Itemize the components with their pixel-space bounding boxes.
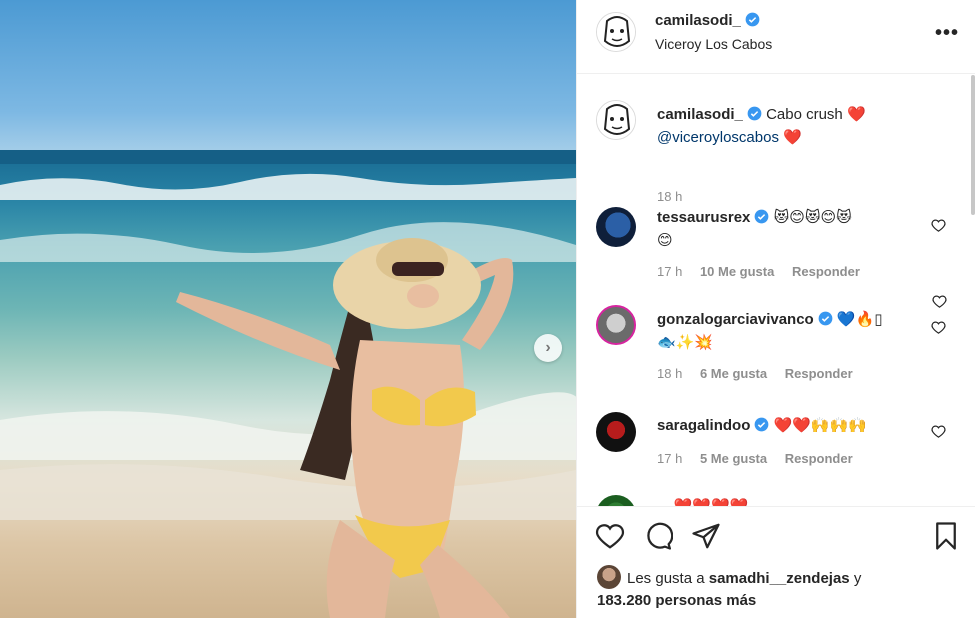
author-username[interactable]: camilasodi_ <box>655 12 741 29</box>
verified-badge-icon <box>755 209 769 224</box>
comment-text-cont: 😊 <box>657 231 673 249</box>
comment-text: ❤️❤️❤️❤️ <box>673 497 749 506</box>
comment-avatar[interactable] <box>596 207 636 247</box>
like-comment-icon[interactable] <box>931 320 946 335</box>
comment-meta: 18 h 6 Me gusta Responder <box>657 366 867 381</box>
bookmark-icon[interactable] <box>931 521 961 551</box>
comment-likes[interactable]: 5 Me gusta <box>700 451 767 466</box>
caption-mention[interactable]: @viceroyloscabos <box>657 129 779 146</box>
comment-text: ❤️❤️🙌🙌🙌 <box>773 416 867 434</box>
caption-meta: 18 h <box>657 189 696 204</box>
verified-badge-icon <box>818 311 833 326</box>
comment-text-block: saragalindoo ❤️❤️🙌🙌🙌 <box>657 414 917 437</box>
comment-username[interactable]: saragalindoo <box>657 417 750 434</box>
like-comment-icon[interactable] <box>931 424 946 439</box>
send-icon[interactable] <box>691 521 721 551</box>
heart-emoji: ❤️ <box>846 105 866 123</box>
comment-avatar[interactable] <box>596 412 636 452</box>
liker-username[interactable]: samadhi__zendejas <box>709 570 850 587</box>
post-photo[interactable]: › <box>0 0 576 618</box>
comment-item: saragalindoo ❤️❤️🙌🙌🙌 17 h 5 Me gusta Res… <box>577 412 967 484</box>
comment-text-block: ... ❤️❤️❤️❤️ <box>657 495 917 506</box>
comment-likes[interactable]: 6 Me gusta <box>700 366 767 381</box>
reply-button[interactable]: Responder <box>785 366 853 381</box>
likes-summary: Les gusta a samadhi__zendejas y 183.280 … <box>597 565 957 612</box>
comment-text-block: gonzalogarciavivanco 💙🔥▯ 🐟✨💥 <box>657 308 907 354</box>
like-comment-icon[interactable] <box>932 294 947 309</box>
comment-item: tessaurusrex 😻😊😻😊😻 😊 17 h 10 Me gusta Re… <box>577 206 967 308</box>
comment-icon[interactable] <box>643 521 673 551</box>
comment-text-cont: 🐟✨💥 <box>657 333 714 351</box>
more-options-icon[interactable]: ••• <box>935 22 959 45</box>
comment-text: 😻😊😻😊😻 <box>773 208 852 226</box>
comment-item: gonzalogarciavivanco 💙🔥▯ 🐟✨💥 18 h 6 Me g… <box>577 305 967 390</box>
author-avatar[interactable] <box>596 12 636 52</box>
caption-text: Cabo crush <box>766 106 843 123</box>
comment-text: 💙🔥▯ <box>836 310 883 328</box>
comment-item: ... ❤️❤️❤️❤️ <box>577 495 967 506</box>
comments-list[interactable]: camilasodi_ Cabo crush ❤️ @viceroyloscab… <box>577 75 975 506</box>
reply-button[interactable]: Responder <box>785 451 853 466</box>
likes-count[interactable]: 183.280 personas más <box>597 592 756 609</box>
verified-badge-icon <box>747 106 762 121</box>
comment-username[interactable]: gonzalogarciavivanco <box>657 311 814 328</box>
likes-prefix: Les gusta a <box>627 570 705 587</box>
comment-avatar[interactable] <box>596 305 636 345</box>
comment-username[interactable]: tessaurusrex <box>657 209 750 226</box>
comment-time[interactable]: 18 h <box>657 366 682 381</box>
chevron-right-icon: › <box>545 339 551 356</box>
caption-username[interactable]: camilasodi_ <box>657 106 743 123</box>
comment-time[interactable]: 17 h <box>657 264 682 279</box>
caption-text-block: camilasodi_ Cabo crush ❤️ @viceroyloscab… <box>657 103 917 149</box>
caption: camilasodi_ Cabo crush ❤️ @viceroyloscab… <box>577 100 967 204</box>
verified-badge-icon <box>745 12 760 27</box>
caption-time[interactable]: 18 h <box>657 189 682 204</box>
reply-button[interactable]: Responder <box>792 264 860 279</box>
beach-photo-illustration <box>0 150 576 618</box>
verified-badge-icon <box>754 417 769 432</box>
comment-username[interactable]: ... <box>657 498 670 506</box>
post-location[interactable]: Viceroy Los Cabos <box>655 36 772 52</box>
likes-conj: y <box>853 570 862 587</box>
post-header: camilasodi_ Viceroy Los Cabos ••• <box>577 0 975 74</box>
comment-meta: 17 h 10 Me gusta Responder <box>657 264 874 279</box>
comment-text-block: tessaurusrex 😻😊😻😊😻 😊 <box>657 206 917 252</box>
instagram-post-view: › camilasodi_ Viceroy Los Cabos ••• cami… <box>0 0 975 618</box>
liker-avatar[interactable] <box>597 565 621 589</box>
comment-avatar[interactable] <box>596 495 636 506</box>
comment-time[interactable]: 17 h <box>657 451 682 466</box>
heart-emoji: ❤️ <box>783 128 802 146</box>
author-username-row[interactable]: camilasodi_ <box>655 12 760 29</box>
comment-meta: 17 h 5 Me gusta Responder <box>657 451 867 466</box>
heart-icon[interactable] <box>595 521 625 551</box>
post-side-panel: camilasodi_ Viceroy Los Cabos ••• camila… <box>576 0 975 618</box>
next-photo-button[interactable]: › <box>534 334 562 362</box>
comments-scrollbar[interactable] <box>971 75 975 215</box>
comment-likes[interactable]: 10 Me gusta <box>700 264 774 279</box>
like-comment-icon[interactable] <box>931 218 946 233</box>
caption-avatar[interactable] <box>596 100 636 140</box>
post-actions: Les gusta a samadhi__zendejas y 183.280 … <box>577 506 975 618</box>
